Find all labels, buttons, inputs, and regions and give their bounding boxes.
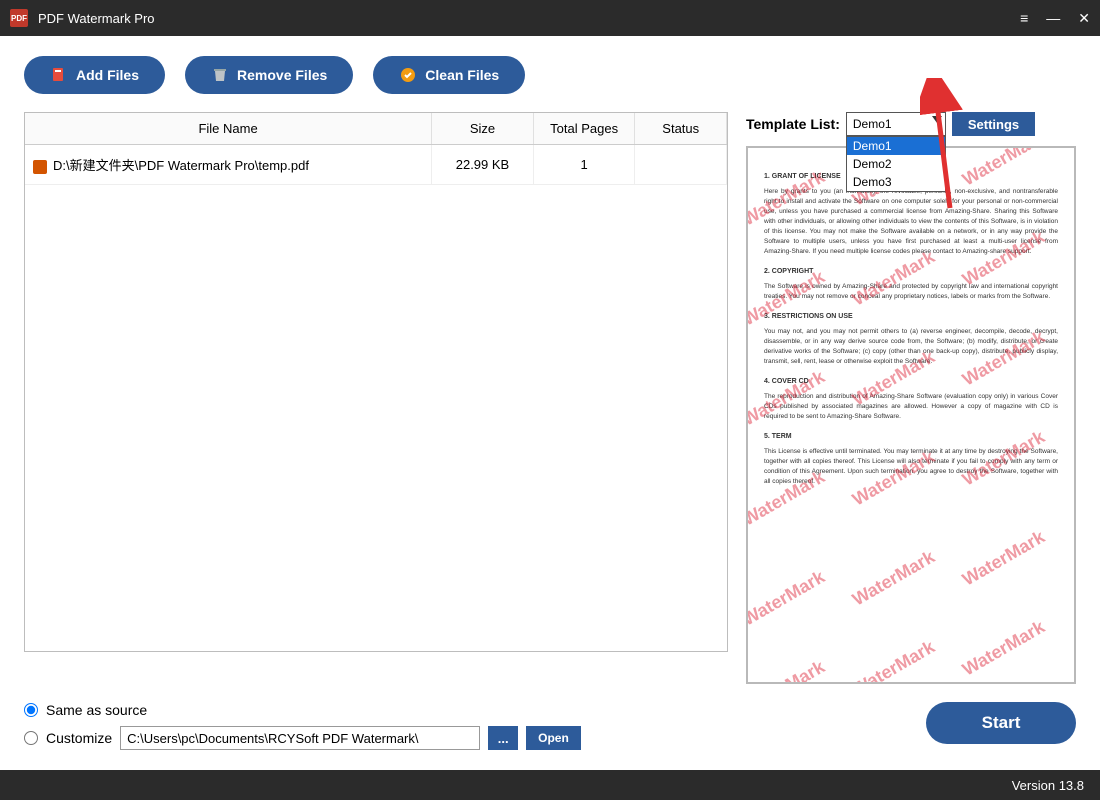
settings-button[interactable]: Settings bbox=[952, 112, 1035, 136]
cell-size: 22.99 KB bbox=[432, 145, 534, 185]
chevron-down-icon bbox=[932, 116, 942, 123]
footer: Version 13.8 bbox=[0, 770, 1100, 800]
customize-radio[interactable] bbox=[24, 731, 38, 745]
same-as-source-radio[interactable] bbox=[24, 703, 38, 717]
watermark-text: WaterMark bbox=[959, 527, 1049, 591]
template-selected: Demo1 bbox=[853, 117, 892, 131]
minimize-icon[interactable]: — bbox=[1046, 10, 1060, 27]
hamburger-icon[interactable]: ≡ bbox=[1020, 10, 1028, 27]
col-size[interactable]: Size bbox=[432, 113, 534, 145]
col-filename[interactable]: File Name bbox=[25, 113, 432, 145]
cell-status bbox=[635, 145, 727, 185]
col-pages[interactable]: Total Pages bbox=[533, 113, 635, 145]
open-button[interactable]: Open bbox=[526, 726, 581, 750]
template-select[interactable]: Demo1 Demo1 Demo2 Demo3 bbox=[846, 112, 946, 136]
cell-filename: D:\新建文件夹\PDF Watermark Pro\temp.pdf bbox=[53, 158, 309, 173]
watermark-text: WaterMark bbox=[849, 547, 939, 611]
version-label: Version 13.8 bbox=[1012, 778, 1084, 793]
app-title: PDF Watermark Pro bbox=[38, 11, 1020, 26]
table-row[interactable]: D:\新建文件夹\PDF Watermark Pro\temp.pdf 22.9… bbox=[25, 145, 727, 185]
titlebar: PDF PDF Watermark Pro ≡ — ✕ bbox=[0, 0, 1100, 36]
watermark-text: WaterMark bbox=[849, 637, 939, 684]
same-as-source-label: Same as source bbox=[46, 702, 147, 718]
template-dropdown: Demo1 Demo2 Demo3 bbox=[846, 136, 946, 192]
close-icon[interactable]: ✕ bbox=[1078, 10, 1090, 27]
watermark-text: WaterMark bbox=[746, 657, 829, 684]
clean-files-button[interactable]: Clean Files bbox=[373, 56, 525, 94]
start-button[interactable]: Start bbox=[926, 702, 1076, 744]
output-path-input[interactable] bbox=[120, 726, 480, 750]
clean-files-label: Clean Files bbox=[425, 67, 499, 83]
trash-icon bbox=[211, 66, 229, 84]
template-option[interactable]: Demo3 bbox=[847, 173, 945, 191]
file-table: File Name Size Total Pages Status D:\新建文… bbox=[24, 112, 728, 652]
cell-pages: 1 bbox=[533, 145, 635, 185]
template-list-label: Template List: bbox=[746, 116, 840, 132]
add-files-button[interactable]: Add Files bbox=[24, 56, 165, 94]
customize-label: Customize bbox=[46, 730, 112, 746]
app-icon: PDF bbox=[10, 9, 28, 27]
clean-icon bbox=[399, 66, 417, 84]
remove-files-label: Remove Files bbox=[237, 67, 327, 83]
preview-document: 1. GRANT OF LICENSE Here by grants to yo… bbox=[764, 172, 1058, 487]
preview-pane: 1. GRANT OF LICENSE Here by grants to yo… bbox=[746, 146, 1076, 684]
watermark-text: WaterMark bbox=[746, 567, 829, 631]
template-option[interactable]: Demo2 bbox=[847, 155, 945, 173]
remove-files-button[interactable]: Remove Files bbox=[185, 56, 353, 94]
watermark-text: WaterMark bbox=[959, 617, 1049, 681]
toolbar: Add Files Remove Files Clean Files bbox=[24, 56, 1076, 94]
pdf-file-icon bbox=[33, 160, 47, 174]
browse-button[interactable]: ... bbox=[488, 726, 518, 750]
col-status[interactable]: Status bbox=[635, 113, 727, 145]
add-files-icon bbox=[50, 66, 68, 84]
add-files-label: Add Files bbox=[76, 67, 139, 83]
template-option[interactable]: Demo1 bbox=[847, 137, 945, 155]
